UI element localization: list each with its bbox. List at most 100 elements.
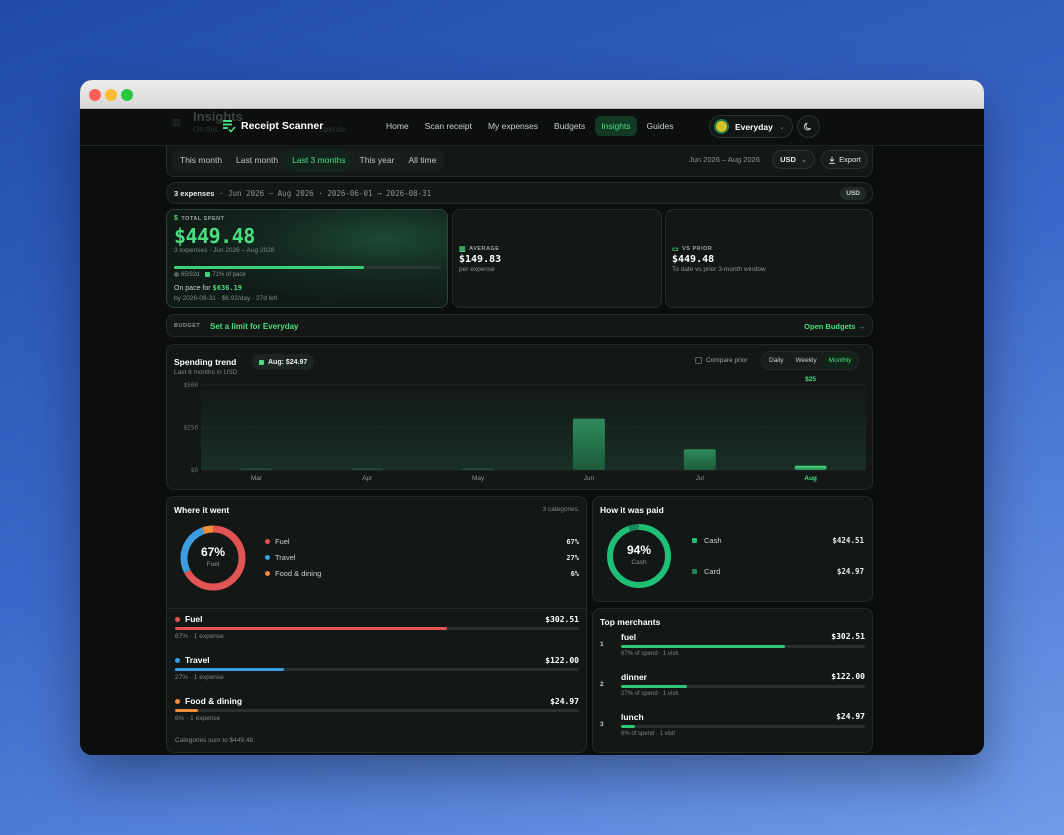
average-value: $149.83 bbox=[459, 254, 502, 265]
on-pace-line: On pace for $636.19 bbox=[174, 284, 242, 292]
vs-prior-label: ▭ VS PRIOR bbox=[672, 245, 712, 253]
payment-amount: $424.51 bbox=[832, 536, 864, 545]
y-tick-label: $0 bbox=[191, 467, 199, 474]
merchant-bar bbox=[621, 685, 865, 688]
where-it-went-card: Where it went 3 categories 67% Fuel Fuel… bbox=[166, 496, 587, 753]
zoom-window-button[interactable] bbox=[121, 89, 133, 101]
merchant-body: lunch $24.97 6% of spend · 1 visit bbox=[621, 712, 865, 737]
trend-bar-aug[interactable] bbox=[794, 465, 827, 470]
merchant-name: lunch bbox=[621, 712, 644, 722]
category-amount: $122.00 bbox=[545, 655, 579, 665]
range-tab-last-3-months[interactable]: Last 3 months bbox=[285, 149, 353, 172]
merchant-rank: 2 bbox=[600, 681, 604, 688]
close-window-button[interactable] bbox=[89, 89, 101, 101]
category-row-travel[interactable]: Travel $122.00 27% · 1 expense bbox=[175, 655, 579, 681]
merchant-name: dinner bbox=[621, 672, 647, 682]
category-sub: 67% · 1 expense bbox=[175, 633, 224, 640]
currency-select[interactable]: USD ⌄ bbox=[772, 150, 815, 169]
category-bar-fill bbox=[175, 627, 447, 630]
range-tab-this-month[interactable]: This month bbox=[173, 149, 229, 172]
category-sub: 27% · 1 expense bbox=[175, 674, 224, 681]
donut-percent: 67% bbox=[200, 545, 226, 559]
vs-prior-card: ▭ VS PRIOR $449.48 To date vs prior 3-mo… bbox=[665, 209, 873, 308]
legend-percent: 27% bbox=[566, 553, 579, 562]
category-dot bbox=[175, 616, 180, 622]
category-bar bbox=[175, 709, 579, 712]
merchant-head: fuel $302.51 bbox=[621, 632, 865, 642]
trend-bar-may[interactable] bbox=[462, 468, 495, 471]
trend-bar-jul[interactable] bbox=[683, 449, 716, 470]
average-label: ▥ AVERAGE bbox=[459, 245, 499, 253]
trend-bar-mar[interactable] bbox=[240, 468, 273, 471]
open-budgets-link[interactable]: Open Budgets → bbox=[804, 322, 865, 331]
app-content: ▥ Insights On this spends Receipt Scanne… bbox=[80, 109, 984, 755]
range-tab-last-month[interactable]: Last month bbox=[229, 149, 285, 172]
x-tick-label: Mar bbox=[251, 475, 263, 482]
y-tick-label: $250 bbox=[184, 425, 199, 432]
moon-icon bbox=[804, 122, 812, 131]
pace-text: 71% of pace bbox=[212, 272, 246, 279]
nav-insights[interactable]: Insights bbox=[595, 116, 637, 136]
nav-my-expenses[interactable]: My expenses bbox=[482, 116, 544, 136]
total-label-text: TOTAL SPENT bbox=[181, 215, 225, 222]
payment-donut: 94% Cash bbox=[605, 522, 673, 590]
range-tab-all-time[interactable]: All time bbox=[401, 149, 443, 172]
chevron-down-icon: ⌄ bbox=[778, 123, 785, 131]
category-row-fuel[interactable]: Fuel $302.51 67% · 1 expense bbox=[175, 614, 579, 640]
total-sub: 3 expenses · Jun 2026 – Aug 2026 bbox=[174, 247, 275, 254]
category-row-head: Food & dining $24.97 bbox=[175, 696, 579, 706]
set-limit-link[interactable]: Set a limit for Everyday bbox=[210, 322, 298, 331]
chart-icon: ▥ bbox=[172, 117, 181, 127]
minimize-window-button[interactable] bbox=[105, 89, 117, 101]
y-tick-label: $500 bbox=[184, 382, 199, 389]
category-row-food-dining[interactable]: Food & dining $24.97 6% · 1 expense bbox=[175, 696, 579, 722]
x-tick-label: May bbox=[472, 475, 485, 482]
legend-name: Travel bbox=[275, 553, 296, 562]
legend-name: Fuel bbox=[275, 537, 290, 546]
theme-toggle-button[interactable] bbox=[797, 115, 820, 138]
average-sub: per expense bbox=[459, 266, 495, 273]
brand-logo[interactable]: Receipt Scanner bbox=[222, 119, 323, 133]
legend-item-food-dining[interactable]: Food & dining 6% bbox=[265, 569, 579, 578]
category-dot bbox=[175, 657, 180, 663]
range-tab-this-year[interactable]: This year bbox=[353, 149, 402, 172]
merchant-body: dinner $122.00 27% of spend · 1 visit bbox=[621, 672, 865, 697]
payment-square bbox=[692, 569, 697, 574]
trend-bar-apr[interactable] bbox=[351, 468, 384, 471]
category-name: Travel bbox=[185, 655, 210, 665]
category-row-head: Travel $122.00 bbox=[175, 655, 579, 665]
trend-bar-jun[interactable] bbox=[572, 418, 605, 470]
nav-guides[interactable]: Guides bbox=[641, 116, 680, 136]
workspace-switcher[interactable]: Everyday ⌄ bbox=[709, 115, 793, 138]
nav-scan-receipt[interactable]: Scan receipt bbox=[419, 116, 478, 136]
category-name: Food & dining bbox=[185, 696, 243, 706]
date-range-bar: This month Last month Last 3 months This ye… bbox=[166, 146, 873, 177]
budget-label: BUDGET bbox=[174, 323, 201, 329]
x-tick-label: Jul bbox=[696, 475, 705, 482]
pace-square bbox=[205, 272, 211, 277]
export-button[interactable]: Export bbox=[821, 150, 868, 169]
category-dot bbox=[175, 698, 180, 704]
window-titlebar bbox=[80, 80, 984, 109]
legend-item-travel[interactable]: Travel 27% bbox=[265, 553, 579, 562]
legend-item-fuel[interactable]: Fuel 67% bbox=[265, 537, 579, 546]
merchant-bar bbox=[621, 645, 865, 648]
category-legend: Fuel 67% Travel 27% Food & dining 6% bbox=[265, 537, 579, 578]
nav-home[interactable]: Home bbox=[380, 116, 415, 136]
merchant-rank: 1 bbox=[600, 641, 604, 648]
currency-badge: USD bbox=[840, 187, 866, 200]
category-bar bbox=[175, 668, 579, 671]
merchant-amount: $24.97 bbox=[836, 712, 865, 721]
nav-links: Home Scan receipt My expenses Budgets Insigh… bbox=[380, 116, 679, 136]
summary-details: · Jun 2026 – Aug 2026 · 2026-06-01 → 202… bbox=[214, 189, 432, 198]
category-bar-fill bbox=[175, 668, 285, 671]
x-tick-label: Aug bbox=[804, 475, 817, 482]
payment-row-card[interactable]: Card $24.97 bbox=[692, 567, 864, 576]
payment-row-cash[interactable]: Cash $424.51 bbox=[692, 536, 864, 545]
spending-trend-card: Spending trend Last 6 months in USD Aug:… bbox=[166, 344, 873, 490]
merchant-bar-fill bbox=[621, 725, 635, 728]
expense-count: 3 expenses bbox=[174, 189, 215, 198]
category-name: Fuel bbox=[185, 614, 203, 624]
pace-progress-fill bbox=[174, 266, 364, 269]
nav-budgets[interactable]: Budgets bbox=[548, 116, 591, 136]
